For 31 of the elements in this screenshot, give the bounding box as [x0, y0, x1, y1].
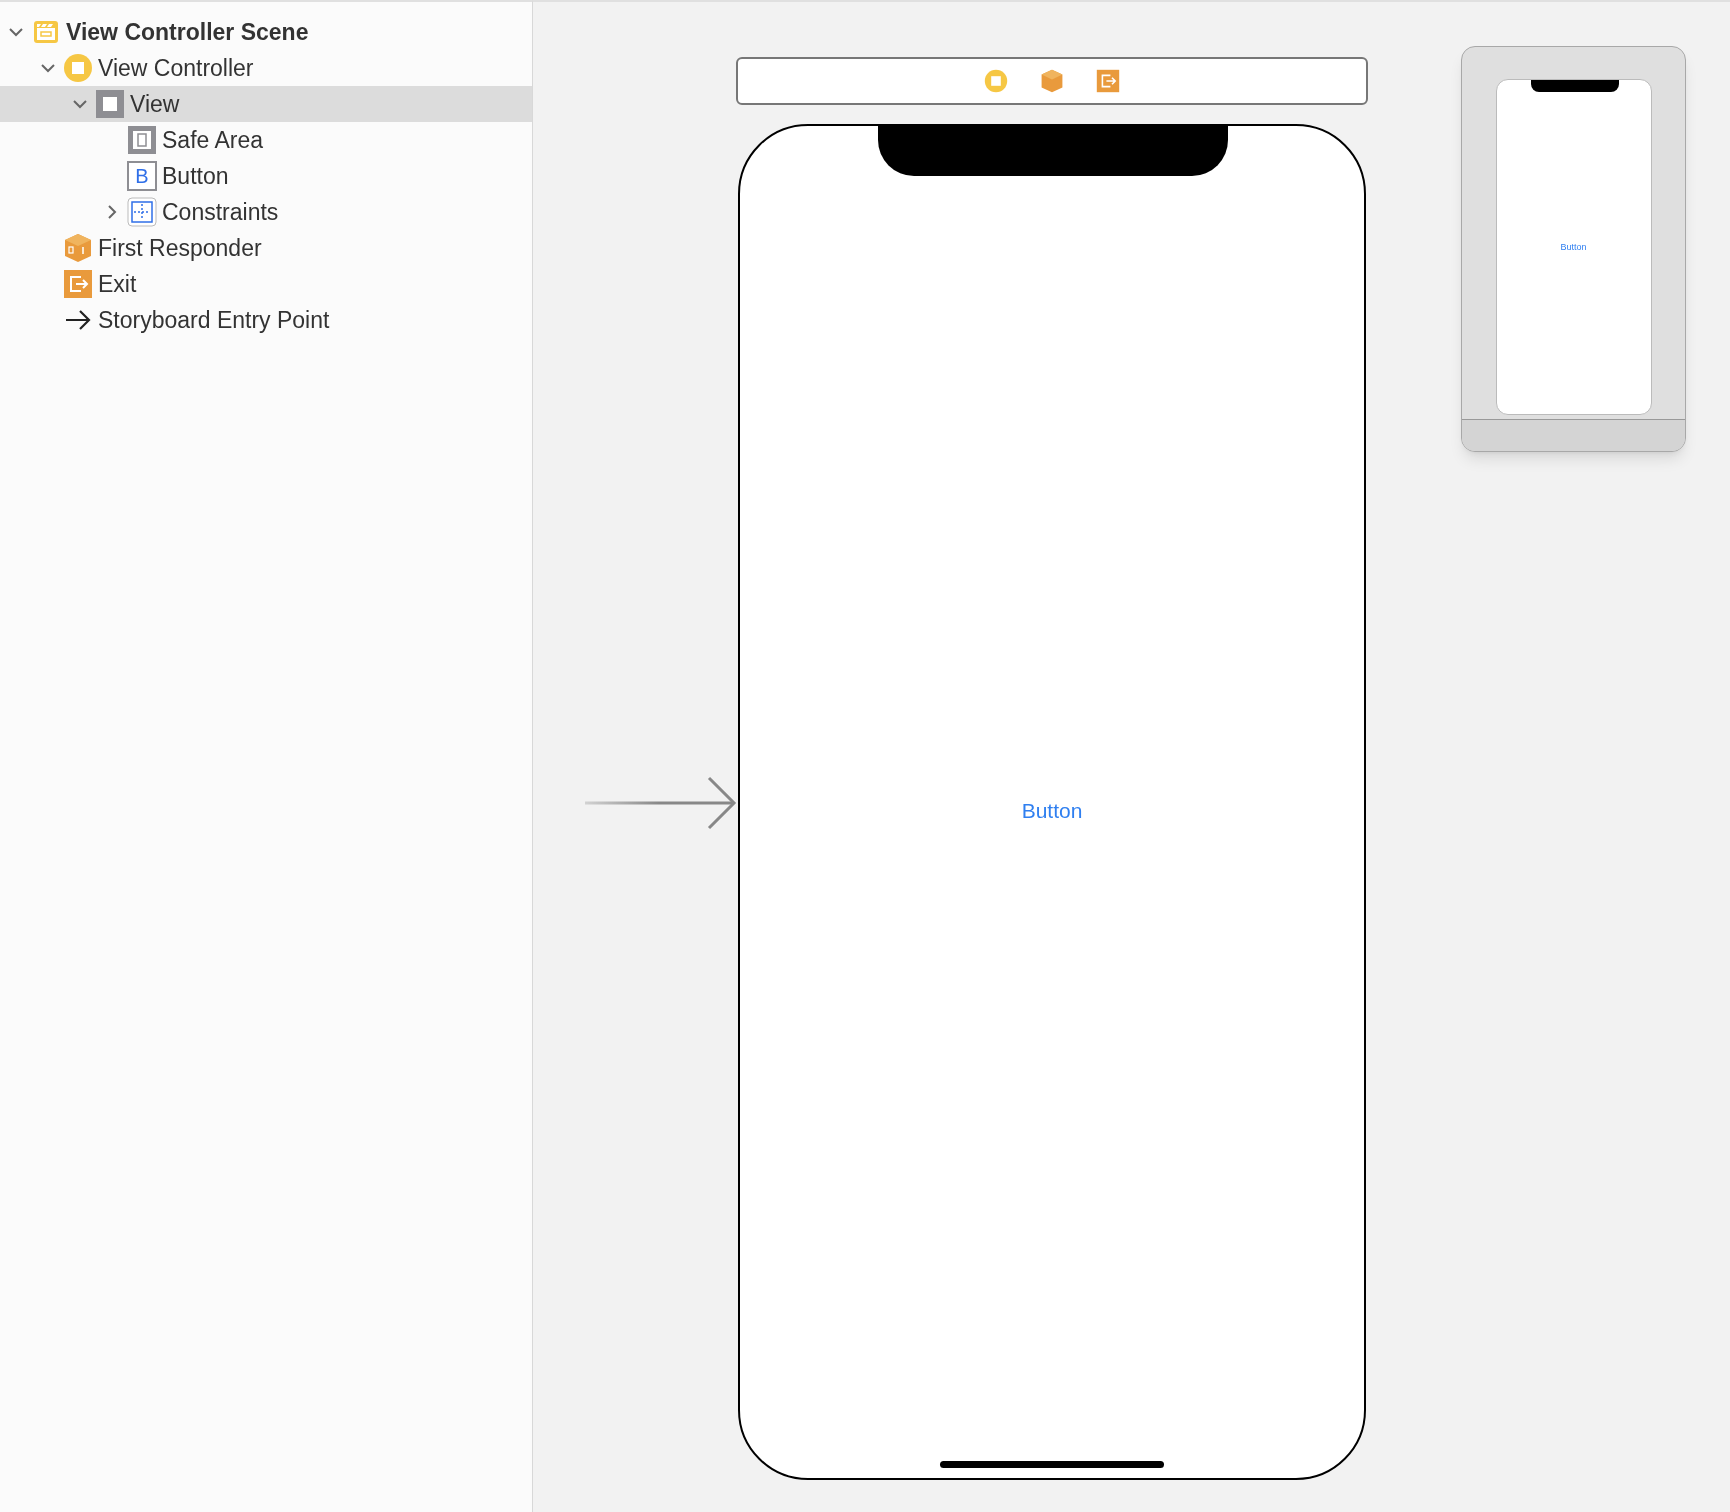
- outline-label: View: [130, 89, 180, 119]
- constraints-icon: [127, 197, 157, 227]
- outline-row[interactable]: Constraints: [0, 194, 532, 230]
- outline-label: Constraints: [162, 197, 279, 227]
- outline-label: View Controller: [98, 53, 254, 83]
- cube-icon: [63, 233, 93, 263]
- outline-row[interactable]: View: [0, 86, 532, 122]
- view-icon: [95, 89, 125, 119]
- cube-icon[interactable]: [1040, 69, 1064, 93]
- button-label[interactable]: Button: [1021, 795, 1083, 827]
- safe-area-icon: [127, 125, 157, 155]
- arrow-icon: [64, 309, 92, 331]
- outline-row[interactable]: First Responder: [0, 230, 532, 266]
- outline-row[interactable]: View Controller Scene: [0, 14, 532, 50]
- outline-label: Storyboard Entry Point: [98, 305, 330, 335]
- outline-row[interactable]: View Controller: [0, 50, 532, 86]
- outline-label: View Controller Scene: [66, 17, 309, 47]
- exit-icon: [63, 269, 93, 299]
- exit-icon[interactable]: [1096, 69, 1120, 93]
- scene-icon: [32, 18, 60, 46]
- minimap-button-label: Button: [1560, 242, 1587, 252]
- outline-row[interactable]: Safe Area: [0, 122, 532, 158]
- outline-label: Exit: [98, 269, 137, 299]
- outline-label: Safe Area: [162, 125, 264, 155]
- outline-label: First Responder: [98, 233, 262, 263]
- button-icon: B: [127, 161, 157, 191]
- outline-row[interactable]: B Button: [0, 158, 532, 194]
- view-controller-icon: [63, 53, 93, 83]
- outline-row[interactable]: Exit: [0, 266, 532, 302]
- outline-row[interactable]: Storyboard Entry Point: [0, 302, 532, 338]
- outline-label: Button: [162, 161, 229, 191]
